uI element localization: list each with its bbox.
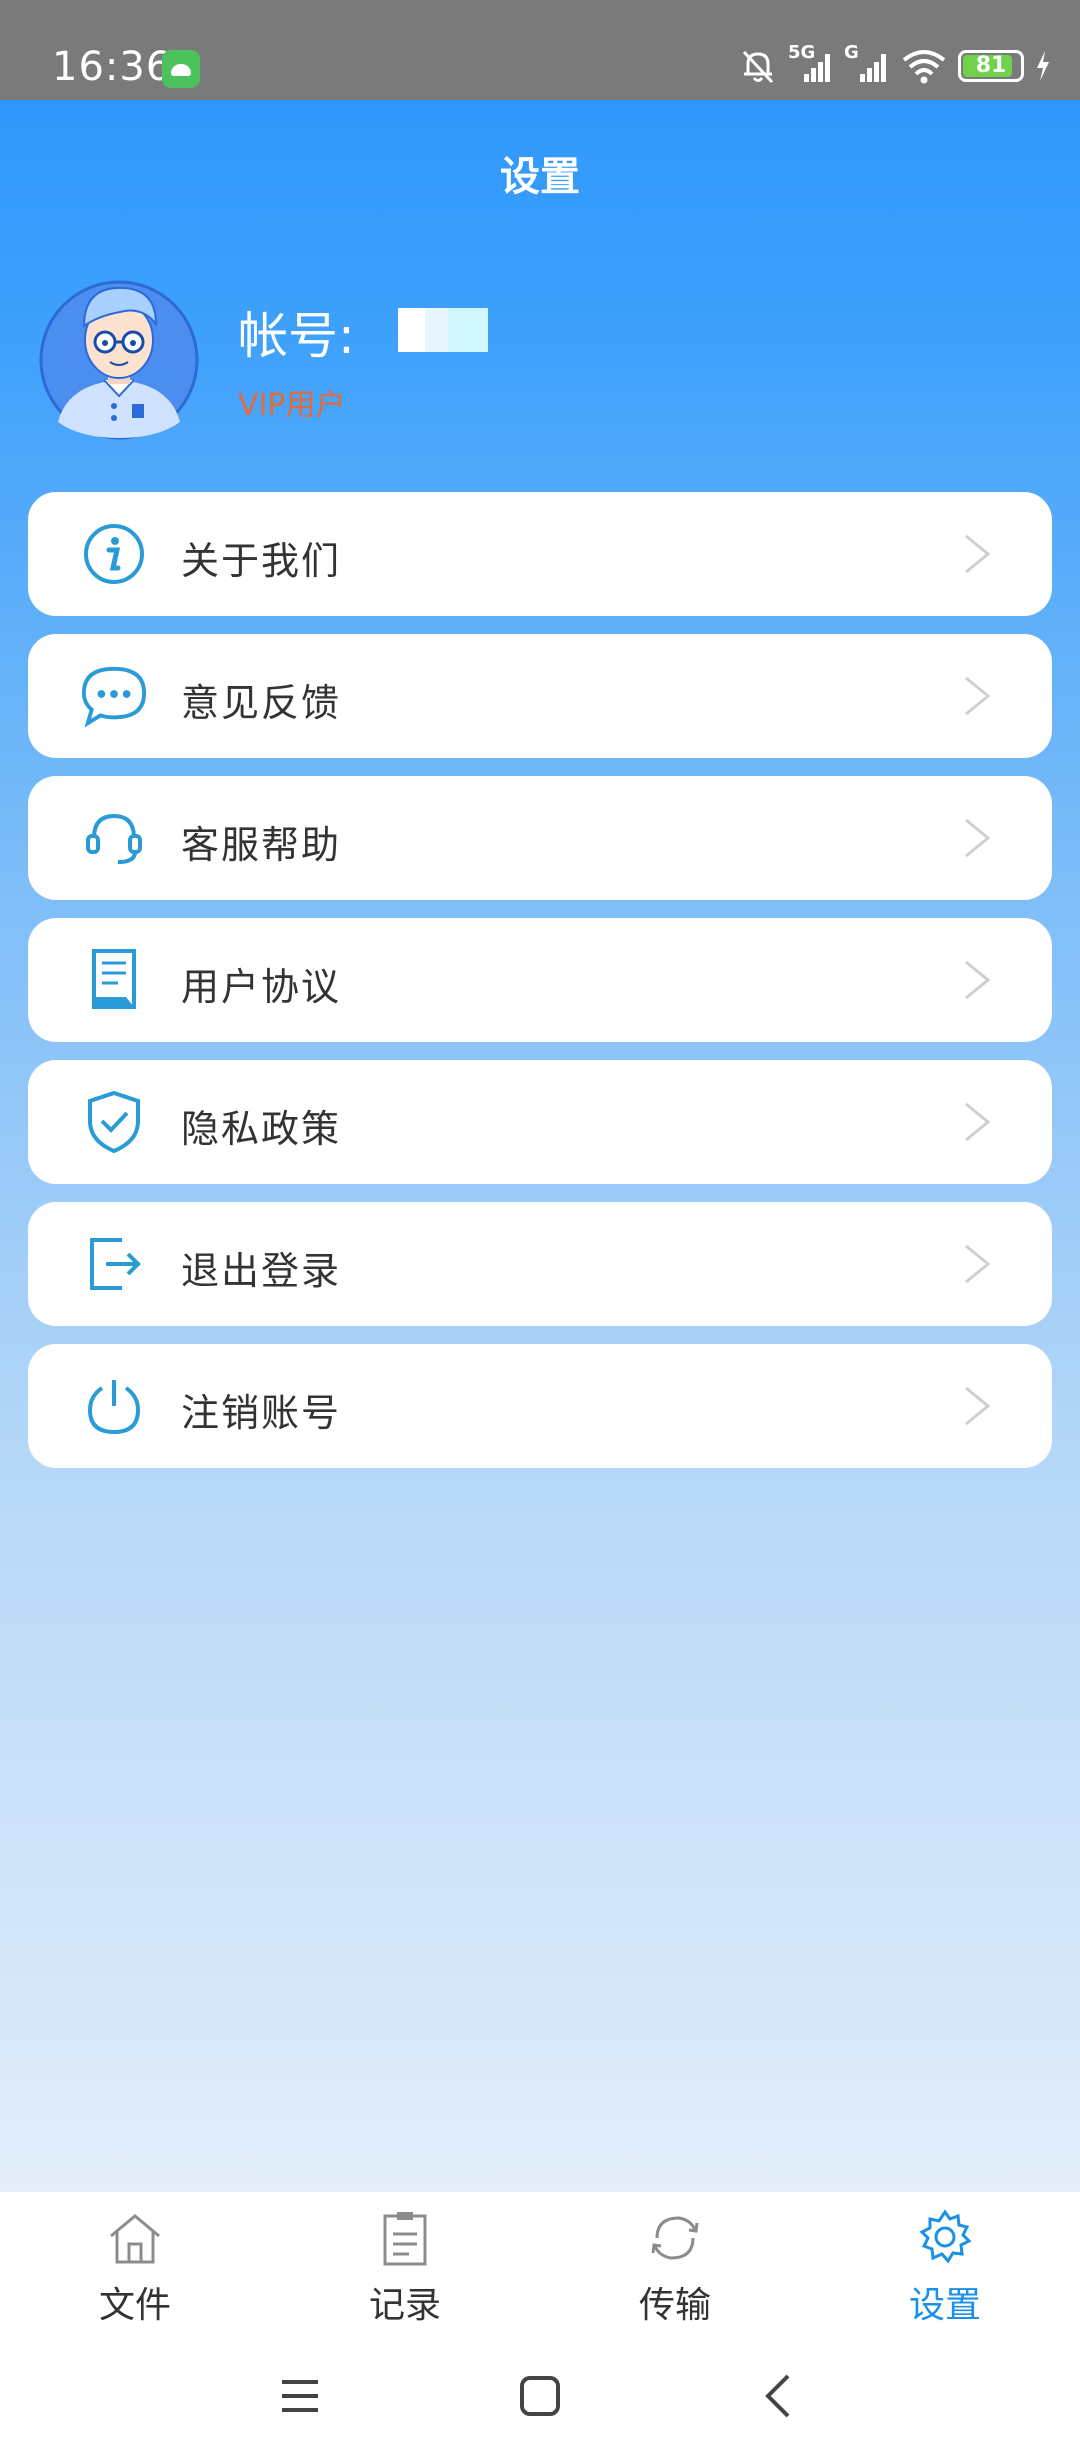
logout-icon	[80, 1230, 148, 1298]
document-icon	[80, 946, 148, 1014]
menu-item-delete-account[interactable]: 注销账号	[28, 1344, 1052, 1468]
clipboard-icon	[383, 2212, 427, 2266]
chevron-right-icon	[965, 1102, 991, 1142]
menu-label: 退出登录	[181, 1249, 342, 1293]
back-icon[interactable]	[750, 2366, 810, 2426]
menu-item-user-agreement[interactable]: 用户协议	[28, 918, 1052, 1042]
menu-item-support[interactable]: 客服帮助	[28, 776, 1052, 900]
wifi-icon	[902, 50, 946, 84]
chevron-right-icon	[965, 1386, 991, 1426]
menu-item-feedback[interactable]: 意见反馈	[28, 634, 1052, 758]
menu-label: 用户协议	[181, 965, 342, 1009]
menu-item-logout[interactable]: 退出登录	[28, 1202, 1052, 1326]
menu-label: 客服帮助	[181, 823, 342, 867]
tab-label: 设置	[908, 2285, 981, 2326]
tab-label: 传输	[638, 2285, 711, 2326]
shield-check-icon	[80, 1088, 148, 1156]
page-title: 设置	[500, 154, 580, 200]
chevron-right-icon	[965, 818, 991, 858]
vip-badge: VIP用户	[238, 388, 346, 423]
chevron-right-icon	[965, 676, 991, 716]
menu-label: 注销账号	[181, 1391, 342, 1435]
system-nav-bar	[0, 2342, 1080, 2460]
signal-5g-icon: 5G	[788, 42, 834, 86]
sync-icon	[651, 2216, 699, 2260]
tab-transfer[interactable]: 传输	[540, 2192, 810, 2342]
tab-bar: 文件 记录 传输 设置	[0, 2192, 1080, 2342]
tab-label: 文件	[98, 2285, 171, 2326]
info-icon	[80, 520, 148, 588]
tab-settings[interactable]: 设置	[810, 2192, 1080, 2342]
status-time: 16:36	[52, 44, 173, 90]
battery-level: 81	[975, 53, 1007, 78]
home-button-icon[interactable]	[510, 2366, 570, 2426]
android-app-icon	[162, 50, 200, 88]
gear-icon	[919, 2209, 972, 2264]
account-label: 帐号:	[238, 307, 355, 365]
account-value-redacted	[398, 308, 488, 352]
status-icons: 5G G 81	[738, 42, 1052, 88]
charging-icon	[1037, 51, 1049, 81]
signal-g-icon: G	[844, 42, 890, 86]
power-icon	[80, 1372, 148, 1440]
menu-label: 关于我们	[181, 539, 342, 583]
menu-label: 隐私政策	[181, 1107, 342, 1151]
menu-item-about[interactable]: 关于我们	[28, 492, 1052, 616]
avatar[interactable]	[38, 272, 200, 440]
menu-item-privacy-policy[interactable]: 隐私政策	[28, 1060, 1052, 1184]
tab-label: 记录	[368, 2285, 441, 2326]
headset-icon	[80, 804, 148, 872]
chevron-right-icon	[965, 960, 991, 1000]
menu-icon[interactable]	[270, 2366, 330, 2426]
battery-icon: 81	[958, 50, 1024, 82]
chat-bubble-icon	[80, 662, 148, 730]
tab-records[interactable]: 记录	[270, 2192, 540, 2342]
chevron-right-icon	[965, 1244, 991, 1284]
chevron-right-icon	[965, 534, 991, 574]
status-bar: 16:36 5G G 81	[0, 0, 1080, 100]
menu-label: 意见反馈	[181, 681, 342, 725]
home-icon	[110, 2214, 160, 2264]
mute-bell-icon	[742, 50, 774, 84]
tab-files[interactable]: 文件	[0, 2192, 270, 2342]
